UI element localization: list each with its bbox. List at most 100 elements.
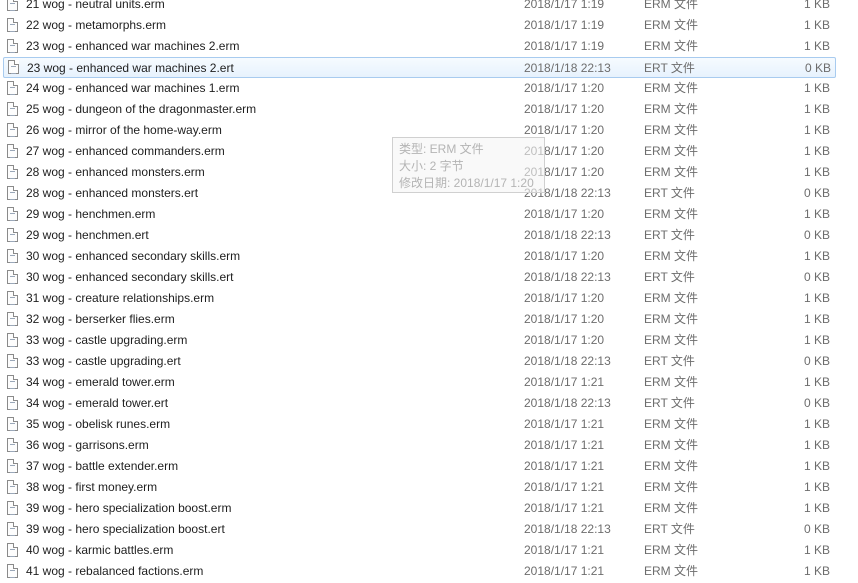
text-file-icon bbox=[7, 396, 18, 410]
text-file-icon-lines bbox=[10, 444, 15, 452]
file-size: 1 KB bbox=[803, 165, 830, 179]
file-date: 2018/1/17 1:19 bbox=[524, 0, 605, 11]
file-row[interactable]: 33 wog - castle upgrading.ert 2018/1/18 2… bbox=[0, 351, 858, 372]
file-type: ERT 文件 bbox=[644, 61, 695, 75]
file-date: 2018/1/18 22:13 bbox=[524, 61, 611, 75]
text-file-icon-lines bbox=[10, 234, 15, 242]
file-row[interactable]: 41 wog - rebalanced factions.erm 2018/1/1… bbox=[0, 561, 858, 582]
file-type: ERM 文件 bbox=[644, 207, 699, 221]
file-date: 2018/1/18 22:13 bbox=[524, 354, 611, 368]
file-size: 0 KB bbox=[804, 61, 831, 75]
file-date: 2018/1/17 1:20 bbox=[524, 102, 605, 116]
file-date: 2018/1/17 1:21 bbox=[524, 564, 605, 578]
text-file-icon bbox=[7, 39, 18, 53]
file-type: ERM 文件 bbox=[644, 312, 699, 326]
file-size: 1 KB bbox=[803, 81, 830, 95]
file-name: 34 wog - emerald tower.ert bbox=[26, 396, 169, 410]
file-row[interactable]: 35 wog - obelisk runes.erm 2018/1/17 1:21… bbox=[0, 414, 858, 435]
file-date: 2018/1/18 22:13 bbox=[524, 270, 611, 284]
text-file-icon bbox=[7, 207, 18, 221]
file-row[interactable]: 22 wog - metamorphs.erm 2018/1/17 1:19 ERM… bbox=[0, 15, 858, 36]
file-type: ERM 文件 bbox=[644, 165, 699, 179]
file-size: 1 KB bbox=[803, 417, 830, 431]
file-type: ERM 文件 bbox=[644, 543, 699, 557]
file-name: 38 wog - first money.erm bbox=[26, 480, 158, 494]
file-row[interactable]: 23 wog - enhanced war machines 2.erm 2018… bbox=[0, 36, 858, 57]
file-row[interactable]: 34 wog - emerald tower.erm 2018/1/17 1:21… bbox=[0, 372, 858, 393]
text-file-icon bbox=[7, 417, 18, 431]
file-row[interactable]: 39 wog - hero specialization boost.ert 20… bbox=[0, 519, 858, 540]
file-row[interactable]: 25 wog - dungeon of the dragonmaster.erm… bbox=[0, 99, 858, 120]
file-row[interactable]: 23 wog - enhanced war machines 2.ert 2018… bbox=[3, 57, 836, 78]
file-name: 28 wog - enhanced monsters.erm bbox=[26, 165, 205, 179]
file-name: 21 wog - neutral units.erm bbox=[26, 0, 165, 11]
text-file-icon bbox=[7, 186, 18, 200]
file-row[interactable]: 36 wog - garrisons.erm 2018/1/17 1:21 ERM … bbox=[0, 435, 858, 456]
file-row[interactable]: 21 wog - neutral units.erm 2018/1/17 1:19… bbox=[0, 0, 858, 15]
text-file-icon-lines bbox=[10, 3, 15, 11]
file-name: 41 wog - rebalanced factions.erm bbox=[26, 564, 204, 578]
file-name: 22 wog - metamorphs.erm bbox=[26, 18, 167, 32]
file-name: 30 wog - enhanced secondary skills.erm bbox=[26, 249, 241, 263]
file-row[interactable]: 39 wog - hero specialization boost.erm 20… bbox=[0, 498, 858, 519]
text-file-icon bbox=[8, 60, 19, 74]
file-row[interactable]: 31 wog - creature relationships.erm 2018/… bbox=[0, 288, 858, 309]
file-row[interactable]: 40 wog - karmic battles.erm 2018/1/17 1:2… bbox=[0, 540, 858, 561]
file-row[interactable]: 34 wog - emerald tower.ert 2018/1/18 22:1… bbox=[0, 393, 858, 414]
file-name: 33 wog - castle upgrading.erm bbox=[26, 333, 188, 347]
file-type: ERM 文件 bbox=[644, 459, 699, 473]
file-size: 1 KB bbox=[803, 102, 830, 116]
file-size: 0 KB bbox=[803, 396, 830, 410]
file-row[interactable]: 30 wog - enhanced secondary skills.ert 20… bbox=[0, 267, 858, 288]
file-size: 1 KB bbox=[803, 123, 830, 137]
file-size: 0 KB bbox=[803, 354, 830, 368]
text-file-icon bbox=[7, 270, 18, 284]
file-size: 0 KB bbox=[803, 228, 830, 242]
text-file-icon bbox=[7, 354, 18, 368]
file-date: 2018/1/17 1:21 bbox=[524, 375, 605, 389]
file-type: ERT 文件 bbox=[644, 522, 695, 536]
file-type: ERT 文件 bbox=[644, 186, 695, 200]
text-file-icon-lines bbox=[10, 570, 15, 578]
file-date: 2018/1/17 1:20 bbox=[524, 81, 605, 95]
file-row[interactable]: 32 wog - berserker flies.erm 2018/1/17 1:… bbox=[0, 309, 858, 330]
file-type: ERM 文件 bbox=[644, 81, 699, 95]
file-date: 2018/1/17 1:19 bbox=[524, 39, 605, 53]
file-size: 1 KB bbox=[803, 291, 830, 305]
file-type: ERM 文件 bbox=[644, 249, 699, 263]
file-row[interactable]: 29 wog - henchmen.erm 2018/1/17 1:20 ERM 文… bbox=[0, 204, 858, 225]
text-file-icon bbox=[7, 291, 18, 305]
file-size: 1 KB bbox=[803, 564, 830, 578]
text-file-icon bbox=[7, 564, 18, 578]
file-name: 23 wog - enhanced war machines 2.ert bbox=[27, 61, 234, 75]
file-date: 2018/1/17 1:19 bbox=[524, 18, 605, 32]
text-file-icon-lines bbox=[10, 213, 15, 221]
file-row[interactable]: 37 wog - battle extender.erm 2018/1/17 1:… bbox=[0, 456, 858, 477]
file-name: 30 wog - enhanced secondary skills.ert bbox=[26, 270, 234, 284]
file-date: 2018/1/17 1:20 bbox=[524, 291, 605, 305]
file-name: 40 wog - karmic battles.erm bbox=[26, 543, 174, 557]
file-name: 39 wog - hero specialization boost.ert bbox=[26, 522, 225, 536]
file-type: ERM 文件 bbox=[644, 438, 699, 452]
file-size: 1 KB bbox=[803, 312, 830, 326]
file-date: 2018/1/18 22:13 bbox=[524, 522, 611, 536]
text-file-icon-lines bbox=[10, 528, 15, 536]
text-file-icon-lines bbox=[10, 24, 15, 32]
file-row[interactable]: 30 wog - enhanced secondary skills.erm 20… bbox=[0, 246, 858, 267]
file-date: 2018/1/17 1:21 bbox=[524, 438, 605, 452]
file-date: 2018/1/17 1:21 bbox=[524, 480, 605, 494]
file-row[interactable]: 33 wog - castle upgrading.erm 2018/1/17 1… bbox=[0, 330, 858, 351]
text-file-icon-lines bbox=[10, 465, 15, 473]
file-date: 2018/1/18 22:13 bbox=[524, 396, 611, 410]
file-row[interactable]: 29 wog - henchmen.ert 2018/1/18 22:13 ERT … bbox=[0, 225, 858, 246]
file-name: 37 wog - battle extender.erm bbox=[26, 459, 179, 473]
tooltip-modified: 修改日期: 2018/1/17 1:20 bbox=[399, 176, 534, 190]
text-file-icon bbox=[7, 459, 18, 473]
text-file-icon-lines bbox=[10, 150, 15, 158]
text-file-icon-lines bbox=[10, 297, 15, 305]
text-file-icon-lines bbox=[10, 129, 15, 137]
file-date: 2018/1/17 1:21 bbox=[524, 459, 605, 473]
file-date: 2018/1/17 1:20 bbox=[524, 333, 605, 347]
file-row[interactable]: 24 wog - enhanced war machines 1.erm 2018… bbox=[0, 78, 858, 99]
file-row[interactable]: 38 wog - first money.erm 2018/1/17 1:21 ER… bbox=[0, 477, 858, 498]
